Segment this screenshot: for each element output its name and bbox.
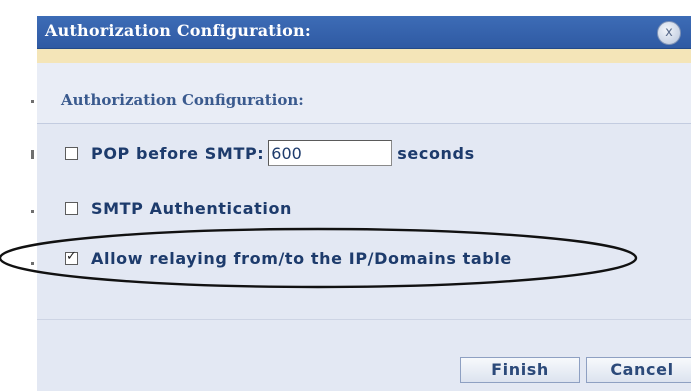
pop-before-smtp-label: POP before SMTP: [91, 143, 265, 163]
smtp-authentication-row: SMTP Authentication [65, 199, 292, 218]
checkmark-icon: ✓ [66, 249, 77, 264]
smtp-authentication-label: SMTP Authentication [91, 199, 293, 218]
accent-strip [37, 49, 691, 63]
pop-seconds-input[interactable] [268, 140, 393, 166]
allow-relaying-row: ✓ Allow relaying from/to the IP/Domains … [65, 249, 512, 268]
pop-before-smtp-checkbox[interactable] [65, 146, 78, 160]
finish-button[interactable]: Finish [460, 357, 580, 383]
allow-relaying-checkbox[interactable]: ✓ [65, 249, 78, 265]
background-mark [31, 100, 34, 103]
smtp-authentication-checkbox[interactable] [65, 202, 78, 215]
authorization-dialog: Authorization Configuration: x Authoriza… [37, 16, 691, 391]
section-header: Authorization Configuration: [37, 63, 691, 124]
screenshot-stage: Authorization Configuration: x Authoriza… [0, 0, 691, 391]
section-heading: Authorization Configuration: [61, 91, 304, 109]
seconds-unit-label: seconds [397, 143, 475, 163]
dialog-title: Authorization Configuration: [45, 21, 311, 40]
cancel-button[interactable]: Cancel [586, 357, 691, 383]
background-mark [31, 150, 34, 159]
dialog-titlebar: Authorization Configuration: x [37, 16, 691, 49]
background-mark [31, 210, 34, 213]
pop-before-smtp-row: POP before SMTP: seconds [65, 140, 475, 166]
close-icon[interactable]: x [657, 21, 681, 45]
background-mark [31, 262, 34, 265]
allow-relaying-label: Allow relaying from/to the IP/Domains ta… [91, 249, 512, 268]
footer-divider [37, 319, 691, 320]
